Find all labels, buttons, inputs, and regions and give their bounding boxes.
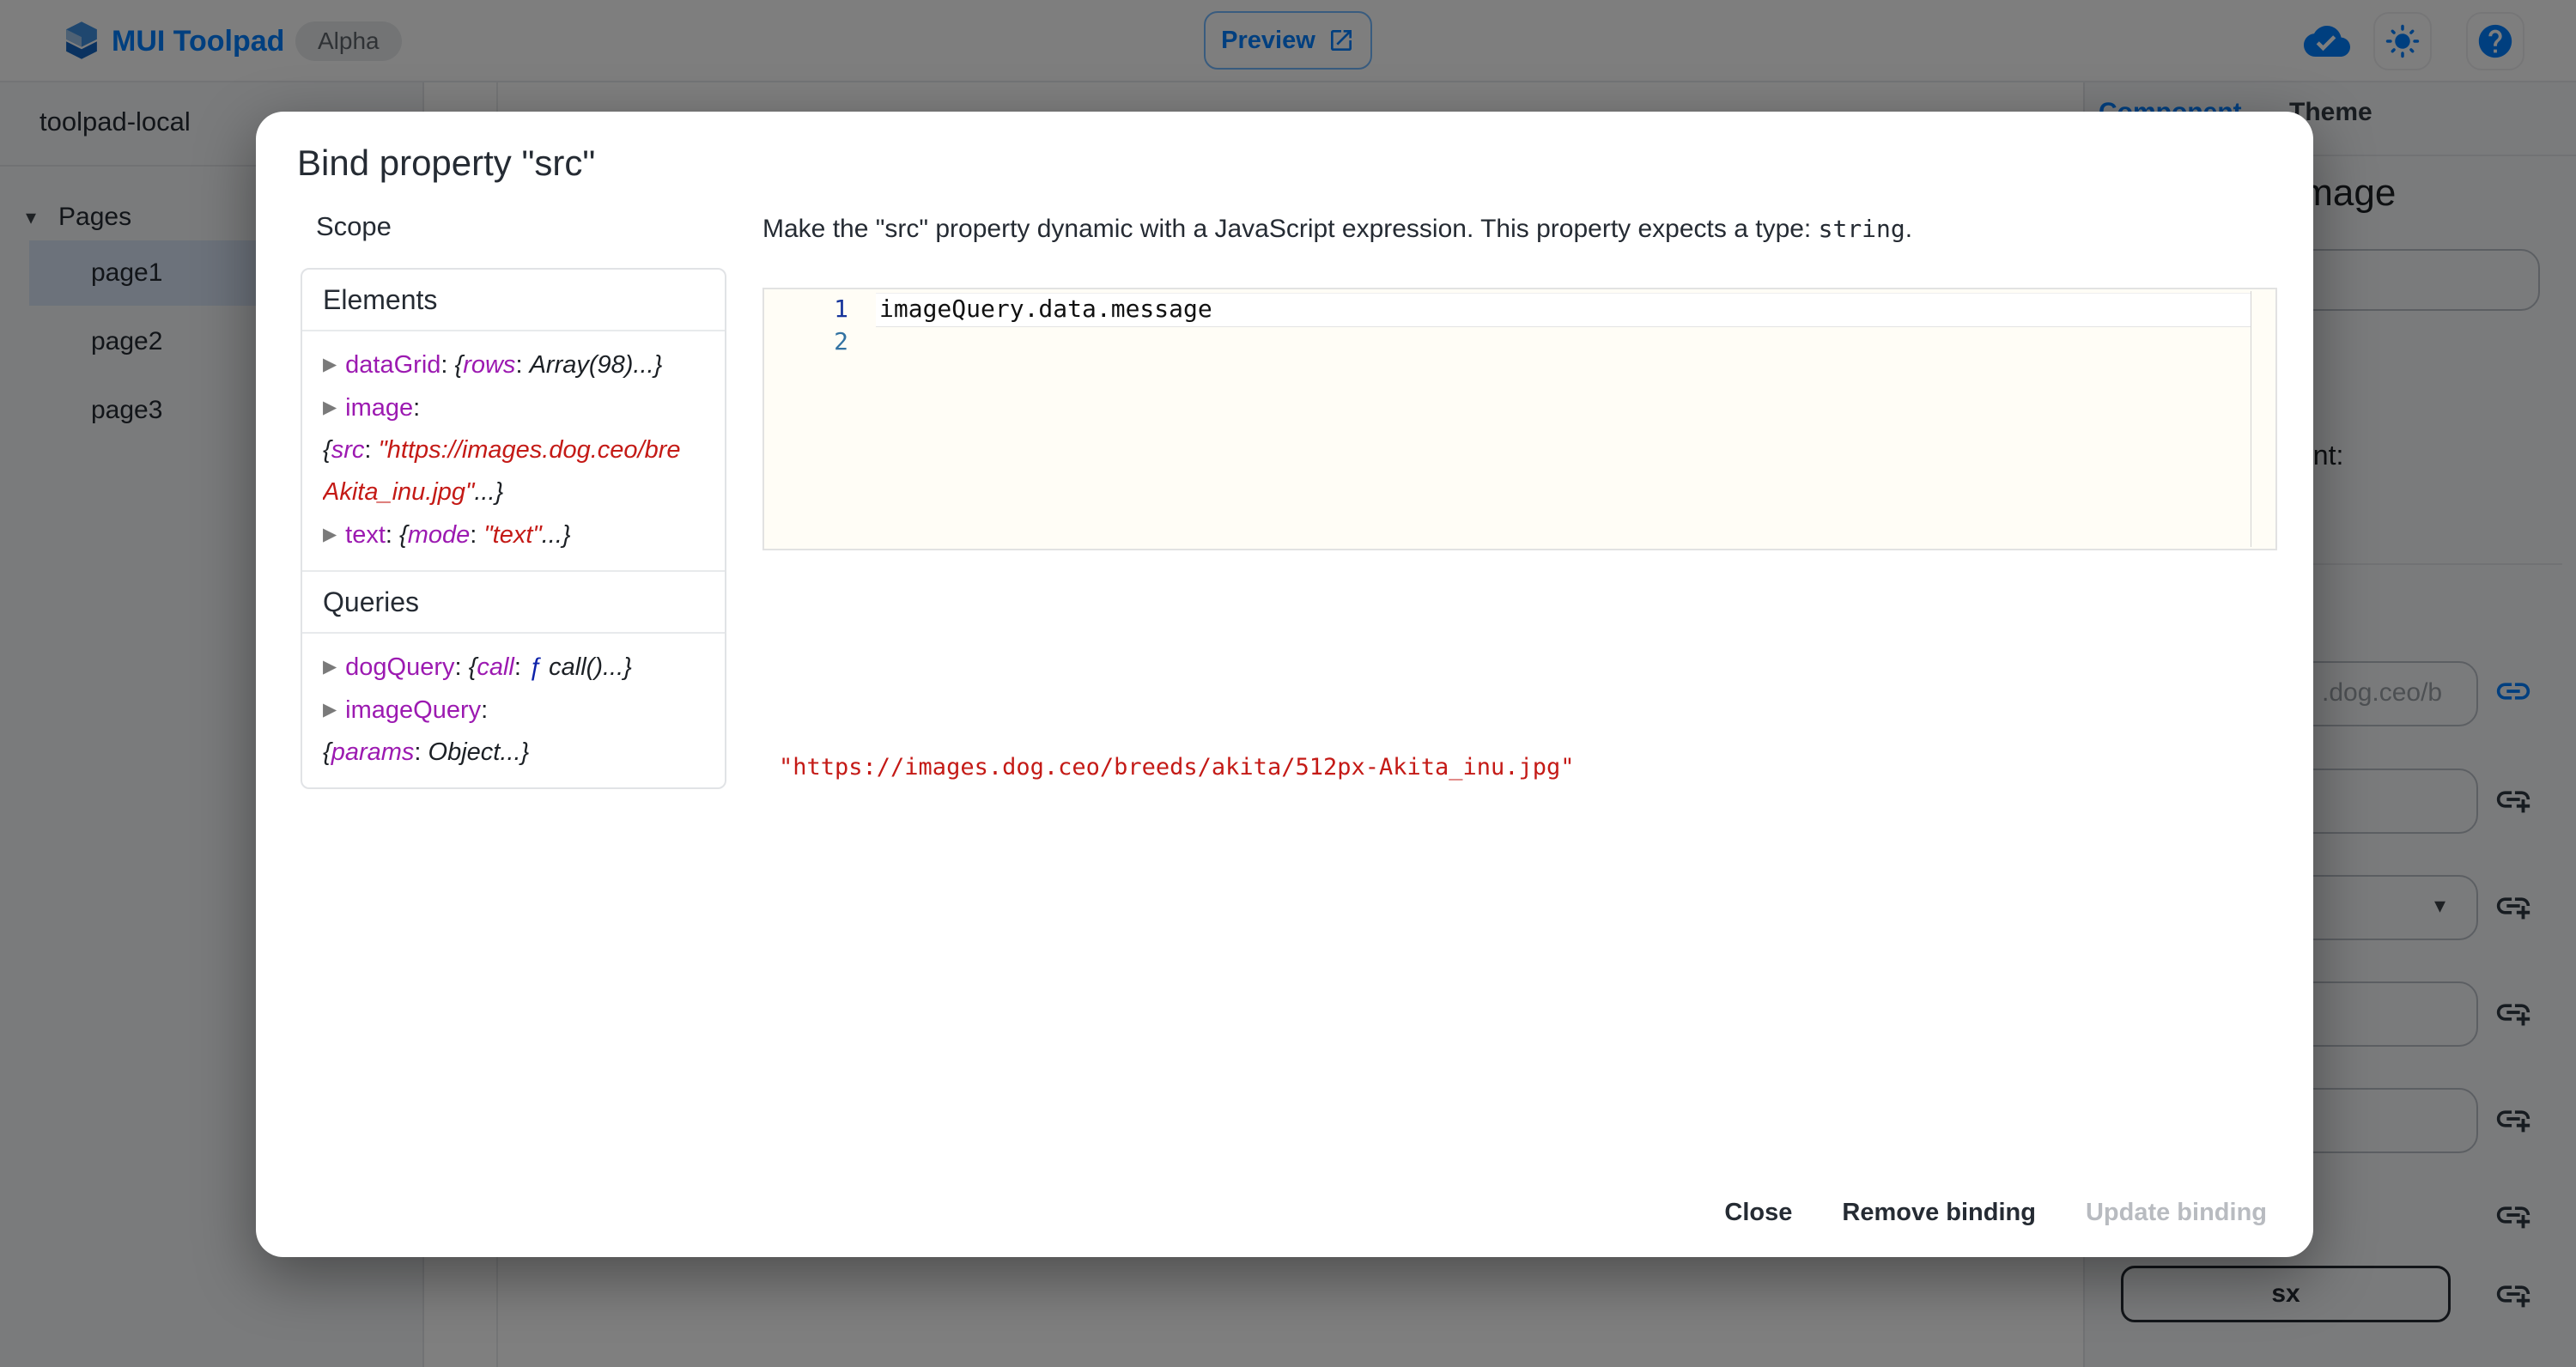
tree-item-image-preview[interactable]: {src: "https://images.dog.ceo/bre xyxy=(323,429,713,471)
elements-section-header: Elements xyxy=(302,270,725,330)
tree-item-imageQuery-preview[interactable]: {params: Object...} xyxy=(323,732,713,774)
line-number-2: 2 xyxy=(764,325,848,358)
bind-property-dialog: Bind property "src" Scope Elements ▶data… xyxy=(256,112,2313,1257)
dialog-title: Bind property "src" xyxy=(297,143,595,184)
line-number-1: 1 xyxy=(764,293,848,325)
tree-item-dataGrid[interactable]: ▶dataGrid: {rows: Array(98)...} xyxy=(323,343,713,386)
expression-code-editor[interactable]: 1 2 imageQuery.data.message xyxy=(762,288,2277,550)
tree-item-image[interactable]: ▶image: xyxy=(323,386,713,429)
tree-item-text[interactable]: ▶text: {mode: "text"...} xyxy=(323,513,713,556)
tree-item-image-preview-2[interactable]: Akita_inu.jpg"...} xyxy=(323,471,713,513)
tree-item-imageQuery[interactable]: ▶imageQuery: xyxy=(323,689,713,732)
elements-tree: ▶dataGrid: {rows: Array(98)...} ▶image: … xyxy=(302,331,725,570)
code-line: imageQuery.data.message xyxy=(879,293,1212,325)
dialog-actions: Close Remove binding Update binding xyxy=(1704,1187,2287,1239)
remove-binding-button[interactable]: Remove binding xyxy=(1821,1187,2057,1239)
queries-tree: ▶dogQuery: {call: ƒ call()...} ▶imageQue… xyxy=(302,634,725,787)
scope-explorer: Elements ▶dataGrid: {rows: Array(98)...}… xyxy=(301,268,726,789)
update-binding-button[interactable]: Update binding xyxy=(2065,1187,2287,1239)
scope-label: Scope xyxy=(316,211,392,242)
binding-description: Make the "src" property dynamic with a J… xyxy=(762,215,2274,244)
evaluation-result: "https://images.dog.ceo/breeds/akita/512… xyxy=(779,754,1575,781)
queries-section-header: Queries xyxy=(302,572,725,632)
tree-item-dogQuery[interactable]: ▶dogQuery: {call: ƒ call()...} xyxy=(323,646,713,689)
close-button[interactable]: Close xyxy=(1704,1187,1813,1239)
